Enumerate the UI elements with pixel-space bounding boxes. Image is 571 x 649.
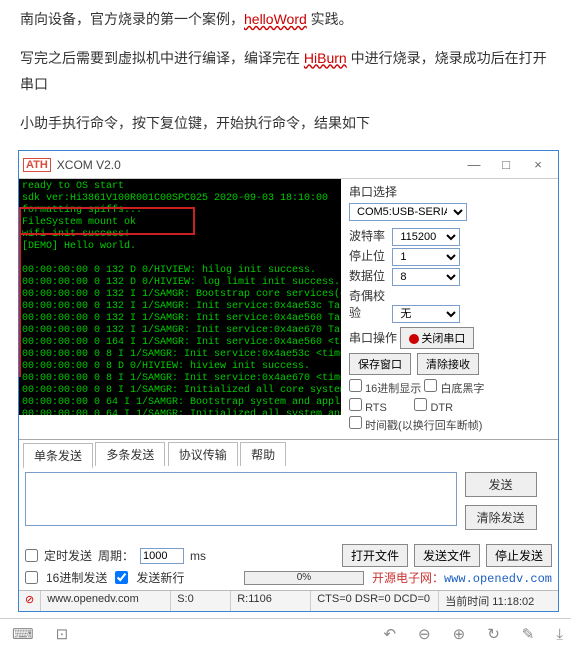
doc-paragraph-1: 南向设备，官方烧录的第一个案例，helloWord 实践。 bbox=[0, 0, 571, 39]
port-toggle-button[interactable]: 关闭串口 bbox=[400, 327, 474, 349]
hex-send-checkbox[interactable] bbox=[25, 571, 38, 584]
download-icon[interactable]: ⤓ bbox=[556, 626, 563, 643]
zoom-out-icon[interactable]: ⊖ bbox=[418, 625, 431, 643]
dtr-checkbox[interactable] bbox=[414, 398, 427, 411]
tab-single-send[interactable]: 单条发送 bbox=[23, 443, 93, 469]
typo-2: HiBurn bbox=[304, 50, 347, 66]
white-bg-checkbox[interactable] bbox=[424, 379, 437, 392]
close-button[interactable]: × bbox=[522, 155, 554, 175]
status-signals: CTS=0 DSR=0 DCD=0 bbox=[311, 591, 439, 611]
zoom-in-icon[interactable]: ⊕ bbox=[453, 625, 466, 643]
rts-checkbox[interactable] bbox=[349, 398, 362, 411]
port-op-label: 串口操作 bbox=[349, 329, 397, 346]
clear-send-button[interactable]: 清除发送 bbox=[465, 505, 537, 530]
stopbit-label: 停止位 bbox=[349, 247, 389, 264]
doc-paragraph-2: 写完之后需要到虚拟机中进行编译，编译完在 HiBurn 中进行烧录，烧录成功后在… bbox=[0, 39, 571, 104]
send-file-button[interactable]: 发送文件 bbox=[414, 544, 480, 567]
tabbar: 单条发送 多条发送 协议传输 帮助 bbox=[19, 439, 558, 468]
parity-select[interactable]: 无 bbox=[392, 305, 460, 323]
status-recv: R:1106 bbox=[231, 591, 311, 611]
send-newline-checkbox[interactable] bbox=[115, 571, 128, 584]
send-textarea[interactable] bbox=[25, 472, 457, 526]
databit-select[interactable]: 8 bbox=[392, 268, 460, 286]
status-sent: S:0 bbox=[171, 591, 231, 611]
highlight-box bbox=[19, 207, 195, 235]
settings-panel: 串口选择 COM5:USB-SERIAL 波特率 115200 停止位 1 数据… bbox=[341, 179, 558, 439]
screen-icon[interactable]: ⌨ bbox=[12, 625, 34, 643]
status-bar: ⊘ www.openedv.com S:0 R:1106 CTS=0 DSR=0… bbox=[19, 590, 558, 611]
tab-multi-send[interactable]: 多条发送 bbox=[95, 442, 165, 466]
record-icon bbox=[409, 334, 419, 344]
message-icon[interactable]: ⊡ bbox=[56, 625, 69, 643]
baud-select[interactable]: 115200 bbox=[392, 228, 460, 246]
undo-icon[interactable]: ↶ bbox=[383, 625, 396, 643]
xcom-window: ATH XCOM V2.0 — □ × ready to OS start sd… bbox=[18, 150, 559, 612]
hex-display-checkbox[interactable] bbox=[349, 379, 362, 392]
timed-send-checkbox[interactable] bbox=[25, 549, 38, 562]
titlebar: ATH XCOM V2.0 — □ × bbox=[19, 151, 558, 179]
progress-bar bbox=[244, 571, 364, 585]
save-window-button[interactable]: 保存窗口 bbox=[349, 353, 411, 375]
open-file-button[interactable]: 打开文件 bbox=[342, 544, 408, 567]
tab-help[interactable]: 帮助 bbox=[240, 442, 286, 466]
stopbit-select[interactable]: 1 bbox=[392, 248, 460, 266]
parity-label: 奇偶校验 bbox=[349, 287, 389, 321]
doc-paragraph-3: 小助手执行命令，按下复位键，开始执行命令，结果如下 bbox=[0, 104, 571, 143]
databit-label: 数据位 bbox=[349, 267, 389, 284]
window-title: XCOM V2.0 bbox=[57, 158, 458, 172]
link-label: 开源电子网：www.openedv.com bbox=[372, 569, 552, 586]
clear-recv-button[interactable]: 清除接收 bbox=[417, 353, 479, 375]
port-select[interactable]: COM5:USB-SERIAL bbox=[349, 203, 467, 221]
port-select-label: 串口选择 bbox=[349, 183, 552, 200]
timestamp-checkbox[interactable] bbox=[349, 416, 362, 429]
editor-toolbar: ⌨ ⊡ ↶ ⊖ ⊕ ↻ ✎ ⤓ bbox=[0, 618, 571, 649]
tab-protocol[interactable]: 协议传输 bbox=[168, 442, 238, 466]
minimize-button[interactable]: — bbox=[458, 155, 490, 175]
typo-1: helloWord bbox=[244, 11, 307, 27]
baud-label: 波特率 bbox=[349, 227, 389, 244]
app-logo: ATH bbox=[23, 158, 51, 172]
status-url: www.openedv.com bbox=[41, 591, 171, 611]
maximize-button[interactable]: □ bbox=[490, 155, 522, 175]
send-button[interactable]: 发送 bbox=[465, 472, 537, 497]
status-time: 当前时间 11:18:02 bbox=[439, 591, 540, 611]
edit-icon[interactable]: ✎ bbox=[522, 625, 535, 643]
stop-send-button[interactable]: 停止发送 bbox=[486, 544, 552, 567]
period-input[interactable] bbox=[140, 548, 184, 564]
status-conn-icon: ⊘ bbox=[19, 591, 41, 611]
refresh-icon[interactable]: ↻ bbox=[487, 625, 500, 643]
terminal-output: ready to OS start sdk ver:Hi3861V100R001… bbox=[19, 179, 341, 415]
